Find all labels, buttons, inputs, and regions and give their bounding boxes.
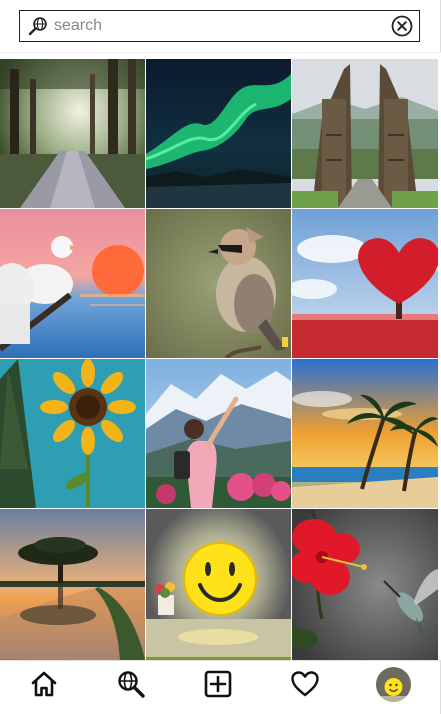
profile-avatar[interactable] (376, 667, 411, 702)
add-post-button[interactable] (203, 669, 233, 699)
likes-button[interactable] (290, 669, 320, 699)
white-doves-photo[interactable] (0, 209, 145, 358)
sunflower-photo[interactable] (0, 359, 145, 508)
temple-gate-photo[interactable] (292, 59, 438, 208)
hiker-mountains-photo[interactable] (146, 359, 291, 508)
heart-tree-photo[interactable] (292, 209, 438, 358)
explore-search-icon (118, 671, 145, 698)
smiley-lamp-photo[interactable] (146, 509, 291, 660)
lone-tree-reflection-photo[interactable] (0, 509, 145, 660)
explore-photo-grid (0, 59, 438, 660)
header-divider (0, 52, 441, 59)
search-bar[interactable] (19, 10, 420, 42)
waxwing-bird-photo[interactable] (146, 209, 291, 358)
clear-search-button[interactable] (391, 15, 413, 37)
forest-road-photo[interactable] (0, 59, 145, 208)
search-input[interactable] (54, 15, 374, 37)
hibiscus-hummingbird-photo[interactable] (292, 509, 438, 660)
aurora-photo[interactable] (146, 59, 291, 208)
bottom-nav-bar (0, 660, 441, 714)
home-icon (31, 671, 57, 697)
home-button[interactable] (29, 669, 59, 699)
add-post-icon (204, 670, 232, 698)
heart-icon (291, 671, 319, 697)
close-circle-icon (391, 15, 413, 37)
search-header (0, 0, 441, 52)
explore-button[interactable] (116, 669, 146, 699)
beach-palms-photo[interactable] (292, 359, 438, 508)
globe-search-icon (28, 16, 48, 36)
